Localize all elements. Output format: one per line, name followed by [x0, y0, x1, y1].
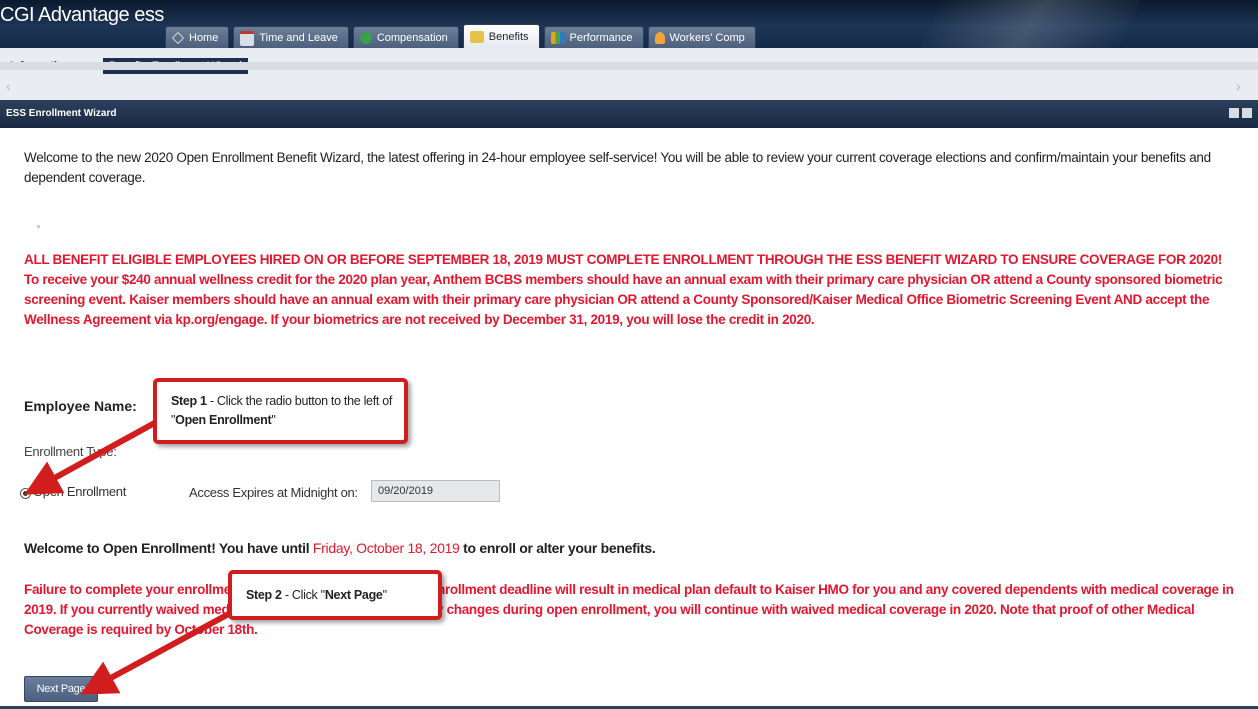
benefits-icon [469, 31, 484, 43]
person-icon [654, 32, 665, 44]
tab-performance-label: Performance [569, 32, 633, 44]
step2-text: - Click " [281, 588, 325, 602]
maximize-icon[interactable] [1242, 108, 1252, 118]
app-title: CGI Advantage ess [0, 4, 164, 26]
panel-controls [1229, 108, 1252, 118]
open-enrollment-radio[interactable] [20, 488, 31, 499]
step1-number: Step 1 [171, 394, 207, 408]
step2-callout: Step 2 - Click "Next Page" [228, 570, 442, 620]
welcome-text-start: Welcome to Open Enrollment! You have unt… [24, 540, 313, 556]
separator-dot [37, 225, 40, 228]
home-icon [172, 32, 184, 44]
tab-benefits-label: Benefits [488, 31, 529, 43]
step2-target: Next Page [324, 588, 383, 602]
app-header: CGI Advantage ess Home Time and Leave Co… [0, 0, 1258, 48]
welcome-message: Welcome to Open Enrollment! You have unt… [24, 540, 656, 556]
open-enrollment-label[interactable]: Open Enrollment [33, 484, 126, 499]
panel-header: ESS Enrollment Wizard [0, 100, 1258, 128]
calendar-icon [240, 30, 255, 46]
access-expires-field: 09/20/2019 [371, 480, 500, 502]
step2-number: Step 2 [246, 588, 282, 602]
minimize-icon[interactable] [1229, 108, 1239, 118]
sub-navigation: Information Benefits Enrollment Wizard ‹… [0, 48, 1258, 101]
step1-quote: " [271, 413, 276, 427]
chart-icon [550, 32, 565, 44]
tab-compensation[interactable]: Compensation [352, 26, 459, 48]
tab-workers-comp-label: Workers' Comp [669, 32, 745, 44]
failure-warning: Failure to complete your enrollment befo… [24, 582, 1234, 637]
tab-time-label: Time and Leave [259, 32, 338, 44]
step1-target: Open Enrollment [175, 413, 272, 427]
enrollment-type-label: Enrollment Type: [24, 444, 117, 459]
employee-name-label: Employee Name: [24, 398, 137, 414]
tab-time-and-leave[interactable]: Time and Leave [233, 26, 349, 48]
step2-quote: " [382, 588, 387, 602]
access-expires-label: Access Expires at Midnight on: [189, 485, 358, 500]
next-page-button[interactable]: Next Page [24, 676, 98, 702]
money-icon [359, 32, 372, 44]
eligibility-notice: ALL BENEFIT ELIGIBLE EMPLOYEES HIRED ON … [24, 252, 1223, 327]
tab-workers-comp[interactable]: Workers' Comp [647, 26, 756, 48]
scroll-left-icon[interactable]: ‹ [6, 78, 11, 94]
panel-title: ESS Enrollment Wizard [6, 108, 117, 119]
main-tabs: Home Time and Leave Compensation Benefit… [165, 24, 760, 48]
intro-text: Welcome to the new 2020 Open Enrollment … [24, 150, 1211, 185]
tab-strip-band [0, 62, 1258, 70]
header-sheen [909, 0, 1151, 48]
tab-benefits[interactable]: Benefits [462, 24, 540, 48]
tab-performance[interactable]: Performance [543, 26, 644, 48]
tab-compensation-label: Compensation [376, 32, 448, 44]
scroll-right-icon[interactable]: › [1236, 78, 1241, 94]
tab-home-label: Home [189, 32, 219, 44]
welcome-text-end: to enroll or alter your benefits. [459, 540, 656, 556]
enrollment-deadline: Friday, October 18, 2019 [312, 540, 460, 556]
step1-callout: Step 1 - Click the radio button to the l… [153, 378, 408, 444]
tab-home[interactable]: Home [165, 26, 230, 48]
